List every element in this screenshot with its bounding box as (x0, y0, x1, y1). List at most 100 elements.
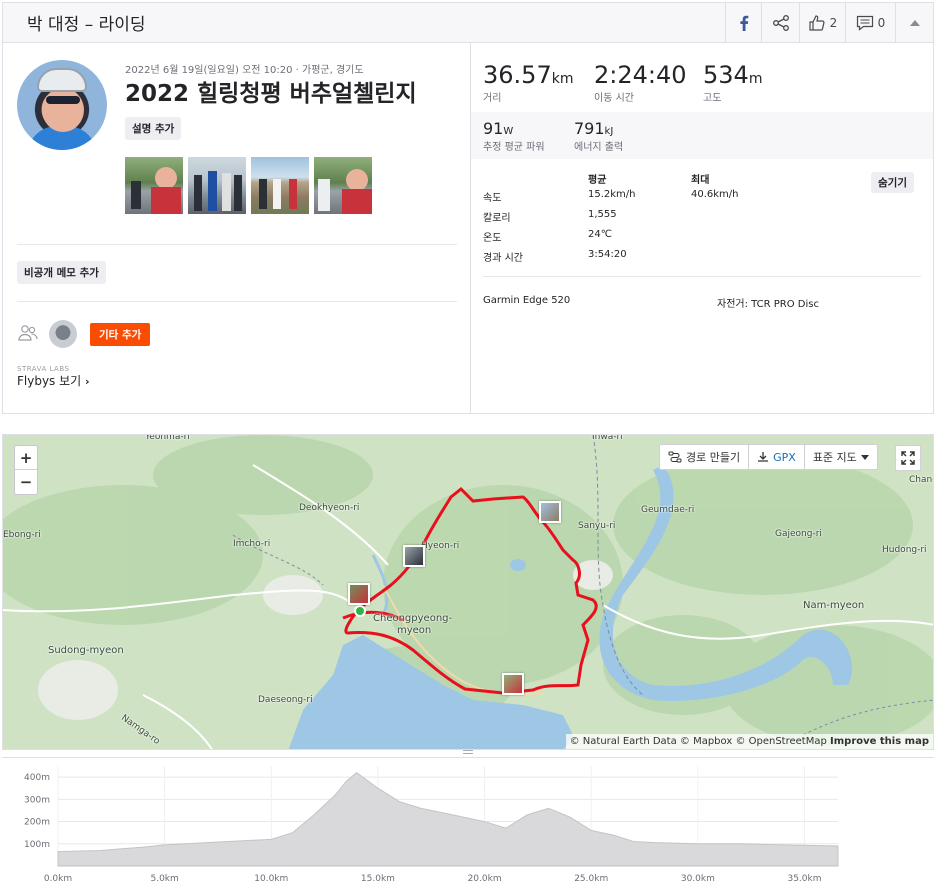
map-label: Ihwa-ri (592, 434, 623, 442)
row-label: 경과 시간 (483, 253, 523, 264)
route-builder-label: 경로 만들기 (686, 451, 741, 464)
map-photo-marker[interactable] (348, 583, 370, 605)
map-photo-marker[interactable] (403, 545, 425, 567)
route-map[interactable]: Yeohma-ri Ihwa-ri Deokhyeon-ri Ebong-ri … (2, 434, 934, 750)
comment-button[interactable]: 0 (845, 3, 895, 42)
map-label: Hyeon-ri (421, 541, 460, 551)
x-tick-label: 30.0km (681, 874, 715, 884)
expand-icon (901, 451, 915, 465)
energy-value: 791 (574, 119, 605, 138)
caret-down-icon (860, 454, 869, 460)
stat-power: 91W 추정 평균 파워 (483, 119, 545, 153)
moving-time-value: 2:24:40 (594, 61, 687, 89)
power-label: 추정 평균 파워 (483, 142, 545, 153)
avg-column-header: 평균 (588, 175, 607, 186)
map-label: Ebong-ri (3, 530, 41, 540)
map-label: Sanyu-ri (578, 521, 616, 531)
map-toolbar: 경로 만들기 GPX 표준 지도 (659, 444, 878, 470)
activity-summary: 2022년 6월 19일(일요일) 오전 10:20 · 가평군, 경기도 20… (2, 43, 934, 414)
distance-value: 36.57 (483, 61, 552, 89)
resize-handle[interactable] (463, 750, 473, 754)
y-tick-label: 300m (24, 795, 50, 805)
max-column-header: 최대 (691, 175, 710, 186)
elevation-value: 534 (703, 61, 749, 89)
activity-photo[interactable] (188, 157, 246, 214)
zoom-in-button[interactable]: + (15, 446, 37, 470)
people-icon (18, 325, 38, 341)
x-tick-label: 15.0km (361, 874, 395, 884)
x-tick-label: 10.0km (254, 874, 288, 884)
elevation-chart[interactable]: 400m 300m 200m 100m 0.0km 5.0km 10.0km 15.0km 20… (2, 757, 934, 889)
group-member-avatar[interactable] (49, 320, 77, 348)
comment-icon (856, 15, 873, 31)
elevation-label: 고도 (703, 93, 722, 104)
map-label: Cheongpyeong- (373, 613, 453, 624)
y-tick-label: 400m (24, 773, 50, 783)
flybys-label: Flybys 보기 (17, 374, 82, 388)
map-label: Sudong-myeon (48, 645, 124, 656)
add-private-note-button[interactable]: 비공개 메모 추가 (17, 261, 106, 284)
map-label: Gajeong-ri (775, 529, 822, 539)
comment-count: 0 (877, 15, 886, 30)
elevation-area (57, 772, 839, 867)
row-avg: 1,555 (588, 209, 617, 220)
route-builder-button[interactable]: 경로 만들기 (660, 445, 750, 469)
stat-elevation: 534m 고도 (703, 61, 762, 104)
kudos-count: 2 (829, 15, 838, 30)
y-tick-label: 200m (24, 818, 50, 828)
map-photo-marker[interactable] (502, 673, 524, 695)
collapse-button[interactable] (895, 3, 933, 42)
map-label: Changc (909, 475, 933, 485)
row-label: 속도 (483, 193, 502, 204)
secondary-stats-band: 91W 추정 평균 파워 791kJ 에너지 출력 (471, 112, 933, 159)
stat-distance: 36.57km 거리 (483, 61, 573, 104)
zoom-out-button[interactable]: − (15, 470, 37, 494)
stat-energy: 791kJ 에너지 출력 (574, 119, 623, 153)
fullscreen-button[interactable] (895, 445, 921, 471)
map-label: Imcho-ri (233, 539, 271, 549)
section-divider (483, 276, 921, 277)
section-divider (17, 244, 457, 245)
share-button[interactable] (761, 3, 799, 42)
map-label: Hudong-ri (882, 545, 927, 555)
improve-map-link[interactable]: Improve this map (830, 736, 929, 747)
distance-unit: km (551, 71, 574, 87)
chevron-right-icon: › (85, 375, 90, 388)
map-type-dropdown[interactable]: 표준 지도 (805, 445, 877, 469)
row-avg: 3:54:20 (588, 249, 627, 260)
x-tick-label: 35.0km (787, 874, 821, 884)
avatar-face (42, 88, 84, 132)
row-avg: 15.2km/h (588, 189, 636, 200)
stats-panel: 36.57km 거리 2:24:40 이동 시간 534m 고도 91W 추정 … (471, 43, 933, 413)
map-photo-marker[interactable] (539, 501, 561, 523)
energy-unit: kJ (604, 126, 614, 137)
add-others-button[interactable]: 기타 추가 (90, 323, 151, 346)
map-label: Geumdae-ri (641, 505, 695, 515)
x-tick-label: 0.0km (44, 874, 72, 884)
x-tick-label: 25.0km (574, 874, 608, 884)
hide-details-button[interactable]: 숨기기 (871, 172, 914, 193)
activity-info-panel: 2022년 6월 19일(일요일) 오전 10:20 · 가평군, 경기도 20… (3, 43, 471, 413)
activity-photo[interactable] (314, 157, 372, 214)
stat-moving-time: 2:24:40 이동 시간 (594, 61, 687, 104)
share-icon (772, 14, 789, 31)
row-avg: 24℃ (588, 229, 612, 240)
section-divider (17, 301, 457, 302)
add-description-button[interactable]: 설명 추가 (125, 117, 182, 140)
row-max: 40.6km/h (691, 189, 739, 200)
facebook-share-button[interactable] (725, 3, 761, 42)
attribution-text: © Natural Earth Data © Mapbox © OpenStre… (569, 736, 827, 747)
activity-photo[interactable] (125, 157, 183, 214)
gpx-download-button[interactable]: GPX (749, 445, 805, 469)
y-tick-label: 100m (24, 840, 50, 850)
elevation-chart-svg: 400m 300m 200m 100m 0.0km 5.0km 10.0km 15.0km 20… (24, 766, 839, 884)
activity-photo[interactable] (251, 157, 309, 214)
kudos-button[interactable]: 2 (799, 3, 845, 42)
flybys-link[interactable]: Flybys 보기 › (17, 372, 90, 389)
map-label: Yeohma-ri (145, 434, 190, 442)
athlete-avatar[interactable] (17, 60, 107, 150)
row-label: 칼로리 (483, 213, 511, 224)
power-unit: W (503, 126, 514, 137)
energy-label: 에너지 출력 (574, 142, 624, 153)
device-name: Garmin Edge 520 (483, 295, 571, 306)
